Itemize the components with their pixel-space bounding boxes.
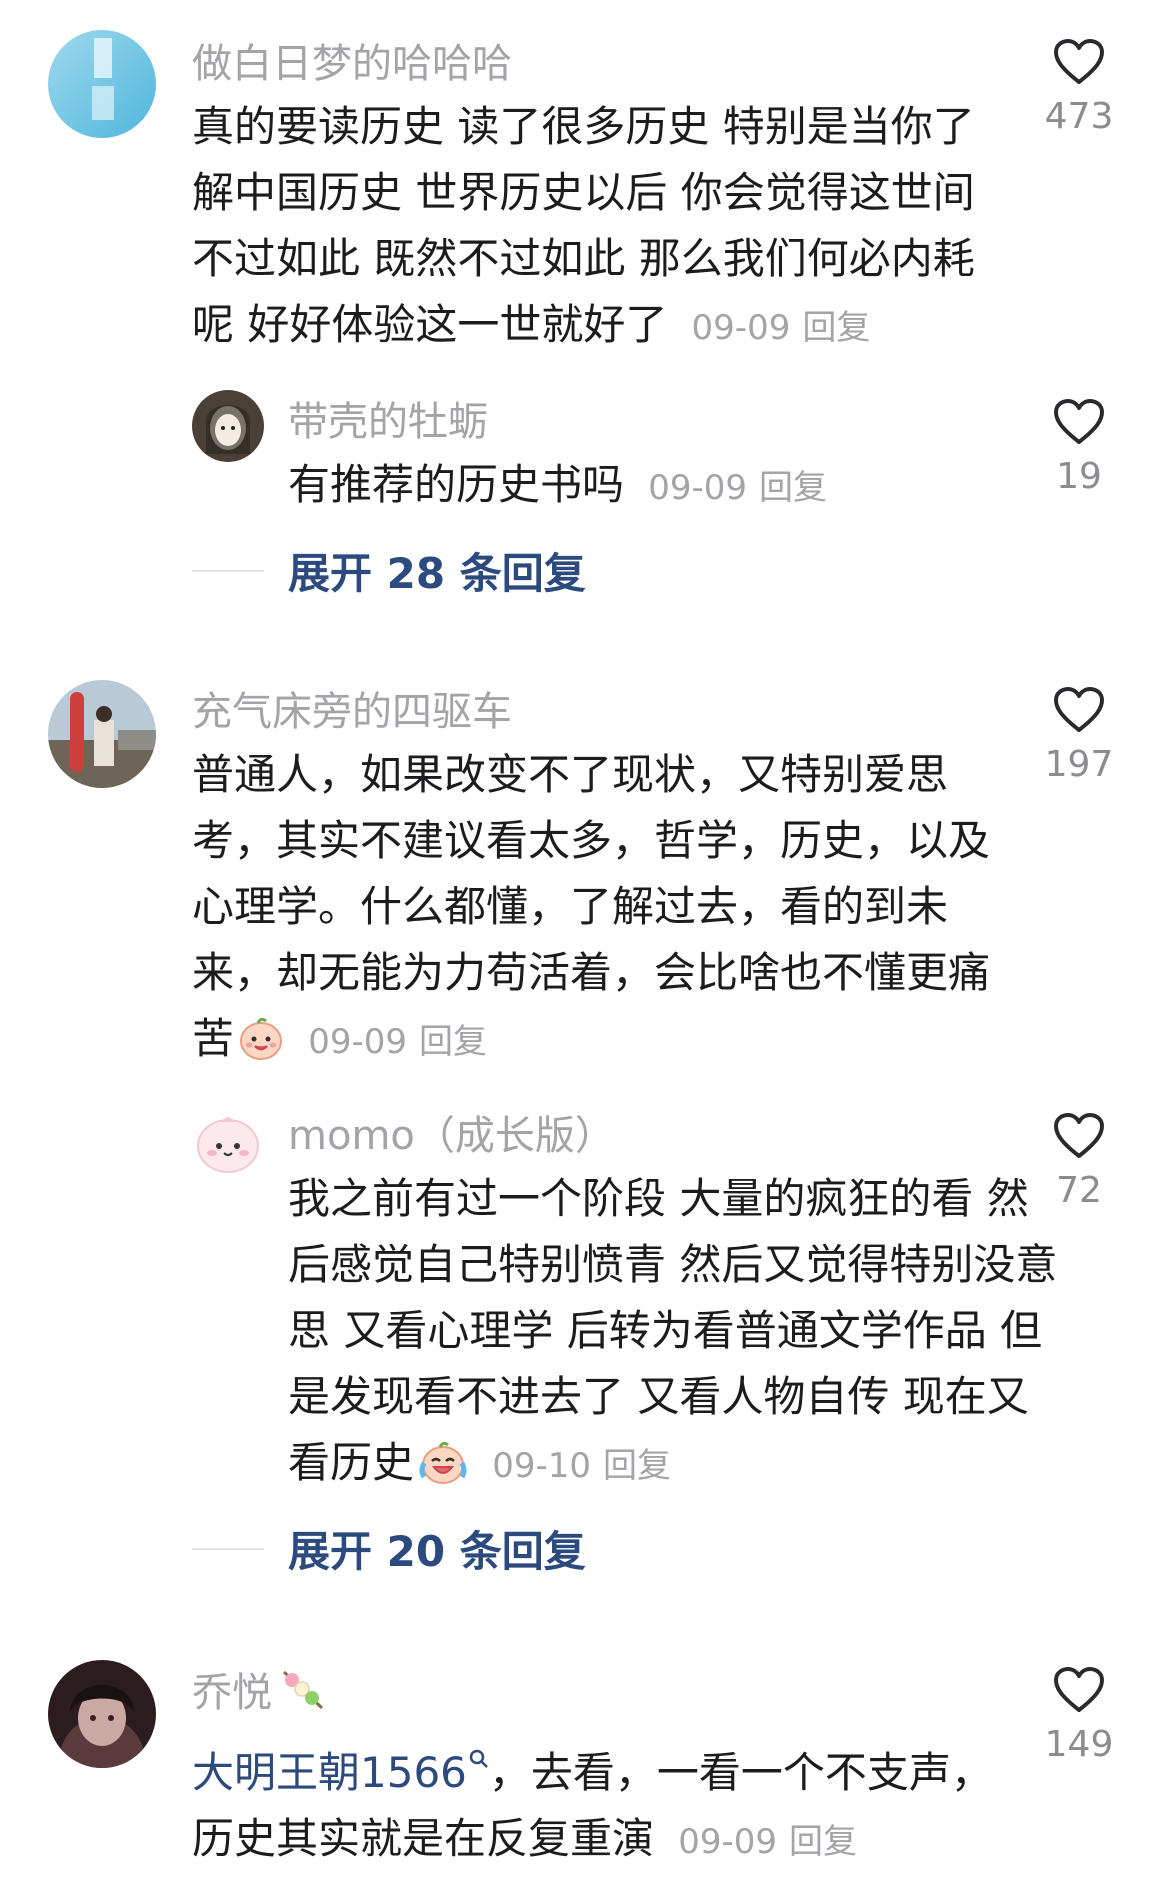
search-icon — [469, 1722, 489, 1788]
divider — [192, 569, 264, 572]
reply-text: 有推荐的历史书吗 — [288, 460, 625, 509]
comment-body: 大明王朝1566 ，去看，一看一个不支声，历史其实就是在反复重演 09-09 回复 — [192, 1722, 1012, 1875]
heart-icon — [1054, 1667, 1104, 1712]
like-count: 473 — [1044, 96, 1114, 137]
comment-body: 真的要读历史 读了很多历史 特别是当你了解中国历史 世界历史以后 你会觉得这世间… — [192, 94, 1012, 361]
comment-date: 09-09 — [691, 308, 791, 348]
topic-link[interactable]: 大明王朝1566 — [192, 1748, 467, 1797]
reply-button[interactable]: 回复 — [789, 1822, 857, 1862]
expand-replies-label: 展开 20 条回复 — [288, 1527, 586, 1576]
expand-replies-button[interactable]: 展开 20 条回复 — [192, 1518, 586, 1579]
comment-username[interactable]: 充气床旁的四驱车 — [192, 688, 512, 736]
like-count: 72 — [1056, 1170, 1102, 1211]
avatar[interactable] — [192, 1106, 264, 1178]
like-button[interactable]: 149 — [1024, 1666, 1134, 1765]
expand-replies-button[interactable]: 展开 28 条回复 — [192, 540, 586, 601]
like-count: 149 — [1044, 1724, 1114, 1765]
reply-meta: 09-10 回复 — [481, 1446, 671, 1486]
avatar[interactable] — [48, 30, 156, 138]
reply-date: 09-10 — [492, 1446, 591, 1486]
comment-meta: 09-09 回复 — [667, 1822, 857, 1862]
comment-meta: 09-09 回复 — [297, 1022, 487, 1062]
avatar[interactable] — [192, 390, 264, 462]
reply-body: 有推荐的历史书吗 09-09 回复 — [288, 452, 1068, 521]
reply-username[interactable]: momo（成长版） — [288, 1112, 615, 1160]
heart-icon — [1054, 687, 1104, 732]
reply-body: 我之前有过一个阶段 大量的疯狂的看 然后感觉自己特别愤青 然后又觉得特别没意思 … — [288, 1166, 1068, 1504]
comment-date: 09-09 — [678, 1822, 777, 1862]
like-count: 197 — [1044, 744, 1114, 785]
avatar[interactable] — [48, 680, 156, 788]
laughing-crying-emoji — [418, 1438, 468, 1504]
heart-icon — [1054, 1113, 1104, 1158]
comment-username[interactable]: 乔悦 — [192, 1668, 326, 1723]
reply-button[interactable]: 回复 — [802, 308, 870, 348]
like-button[interactable]: 473 — [1024, 38, 1134, 137]
reply-text: 我之前有过一个阶段 大量的疯狂的看 然后感觉自己特别愤青 然后又觉得特别没意思 … — [288, 1174, 1058, 1487]
comment-date: 09-09 — [308, 1022, 407, 1062]
like-button[interactable]: 197 — [1024, 686, 1134, 785]
reply-button[interactable]: 回复 — [419, 1022, 487, 1062]
like-count: 19 — [1056, 456, 1102, 497]
divider — [192, 1547, 264, 1550]
skewer-icon — [278, 1668, 326, 1723]
comment-meta: 09-09 回复 — [681, 308, 871, 348]
reply-username[interactable]: 带壳的牡蛎 — [288, 398, 488, 446]
reply-button[interactable]: 回复 — [603, 1446, 671, 1486]
expand-replies-label: 展开 28 条回复 — [288, 549, 586, 598]
comment-body: 普通人，如果改变不了现状，又特别爱思考，其实不建议看太多，哲学，历史，以及心理学… — [192, 742, 1012, 1080]
like-button[interactable]: 19 — [1024, 398, 1134, 497]
heart-icon — [1054, 39, 1104, 84]
reply-meta: 09-09 回复 — [637, 468, 827, 508]
reply-button[interactable]: 回复 — [759, 468, 827, 508]
comment-text: 普通人，如果改变不了现状，又特别爱思考，其实不建议看太多，哲学，历史，以及心理学… — [192, 750, 991, 1063]
avatar[interactable] — [48, 1660, 156, 1768]
comment-username[interactable]: 做白日梦的哈哈哈 — [192, 40, 512, 88]
smiling-face-emoji — [238, 1014, 284, 1080]
like-button[interactable]: 72 — [1024, 1112, 1134, 1211]
heart-icon — [1054, 399, 1104, 444]
reply-date: 09-09 — [648, 468, 747, 508]
comment-username-text: 乔悦 — [192, 1670, 272, 1716]
